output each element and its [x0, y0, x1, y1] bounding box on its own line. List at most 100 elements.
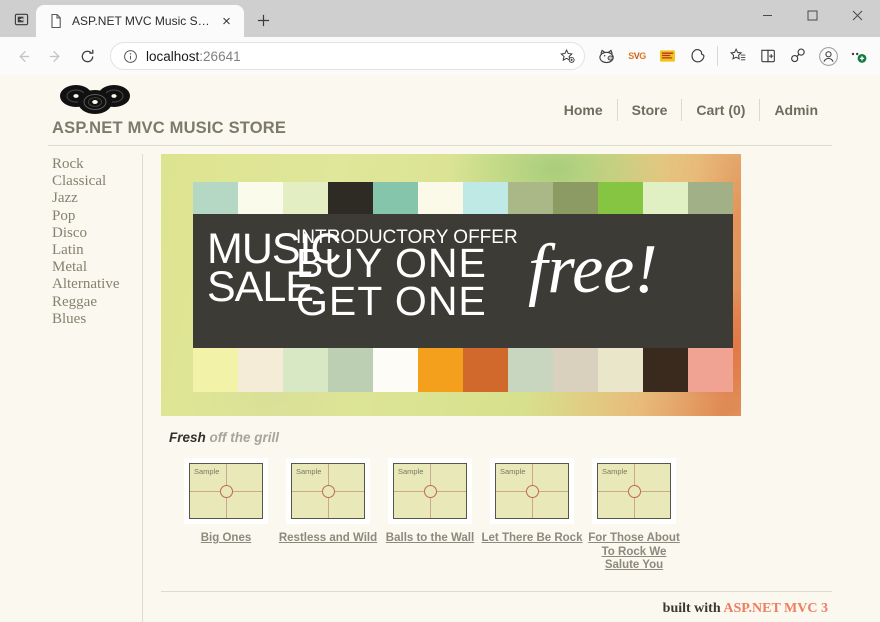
- collections-icon[interactable]: [754, 42, 782, 70]
- sidebar-item-jazz: Jazz: [52, 190, 142, 207]
- album-title[interactable]: Big Ones: [201, 532, 251, 546]
- genre-label[interactable]: Blues: [52, 311, 86, 327]
- favorites-icon[interactable]: [724, 42, 752, 70]
- minimize-button[interactable]: [745, 0, 790, 31]
- nav-item-store[interactable]: Store: [618, 101, 682, 119]
- album-item[interactable]: Sample Let There Be Rock: [481, 458, 583, 573]
- genre-label[interactable]: Pop: [52, 208, 75, 224]
- nav-item-admin[interactable]: Admin: [760, 101, 832, 119]
- promo-text-band: MUSIC SALE INTRODUCTORY OFFER BUY ONE GE…: [193, 214, 733, 348]
- album-item[interactable]: Sample For Those About To Rock We Salute …: [583, 458, 685, 573]
- footer-built-with: built with: [662, 600, 724, 616]
- back-button[interactable]: [8, 41, 38, 71]
- extension-icon-yellow-badge[interactable]: [653, 42, 681, 70]
- browser-tab[interactable]: ASP.NET MVC Music Store ×: [36, 5, 244, 37]
- new-tab-button[interactable]: [249, 6, 277, 34]
- album-title[interactable]: For Those About To Rock We Salute You: [583, 532, 685, 573]
- color-swatch: [508, 348, 553, 392]
- genre-sidebar: Rock Classical Jazz Pop Disco Latin Meta…: [48, 154, 143, 622]
- promo-banner[interactable]: MUSIC SALE INTRODUCTORY OFFER BUY ONE GE…: [161, 154, 741, 416]
- color-swatch: [643, 348, 688, 392]
- album-thumbnail[interactable]: Sample: [286, 458, 370, 524]
- close-window-button[interactable]: [835, 0, 880, 31]
- profile-icon[interactable]: [814, 42, 842, 70]
- album-item[interactable]: Sample Big Ones: [175, 458, 277, 573]
- fresh-heading: Fresh off the grill: [169, 430, 832, 445]
- vinyl-records-logo[interactable]: [56, 83, 134, 117]
- crosshair-circle: [423, 484, 437, 498]
- color-swatch-row-bottom: [193, 348, 733, 392]
- site-header: ASP.NET MVC MUSIC STORE Home Store Cart …: [48, 81, 832, 143]
- page-icon: [48, 13, 64, 29]
- genre-label[interactable]: Jazz: [52, 190, 78, 206]
- url-text: localhost:26641: [139, 49, 556, 64]
- browser-titlebar: ASP.NET MVC Music Store ×: [0, 0, 880, 37]
- genre-label[interactable]: Disco: [52, 225, 87, 241]
- maximize-button[interactable]: [790, 0, 835, 31]
- settings-more-icon[interactable]: [844, 42, 872, 70]
- forward-button[interactable]: [40, 41, 70, 71]
- tab-search-icon[interactable]: [6, 4, 36, 34]
- genre-label[interactable]: Reggae: [52, 294, 97, 310]
- promo-buy-one: BUY ONE: [296, 240, 487, 286]
- fresh-bold: Fresh: [169, 430, 206, 445]
- extension-icon-pig[interactable]: [593, 42, 621, 70]
- album-title[interactable]: Balls to the Wall: [386, 532, 474, 546]
- sidebar-item-metal: Metal: [52, 259, 142, 276]
- sample-label: Sample: [194, 467, 220, 476]
- color-swatch: [373, 348, 418, 392]
- sidebar-item-reggae: Reggae: [52, 294, 142, 311]
- album-title[interactable]: Let There Be Rock: [482, 532, 583, 546]
- color-swatch: [598, 348, 643, 392]
- sidebar-item-pop: Pop: [52, 208, 142, 225]
- album-thumbnail[interactable]: Sample: [490, 458, 574, 524]
- browser-essentials-icon[interactable]: [784, 42, 812, 70]
- tab-title: ASP.NET MVC Music Store: [72, 14, 210, 28]
- album-item[interactable]: Sample Restless and Wild: [277, 458, 379, 573]
- genre-label[interactable]: Metal: [52, 259, 87, 275]
- main-content: MUSIC SALE INTRODUCTORY OFFER BUY ONE GE…: [143, 154, 832, 622]
- genre-label[interactable]: Classical: [52, 173, 106, 189]
- promo-buy-get: BUY ONE GET ONE: [296, 240, 487, 324]
- crosshair-circle: [219, 484, 233, 498]
- genre-label[interactable]: Rock: [52, 156, 84, 172]
- browser-window: ASP.NET MVC Music Store × localhost:2664…: [0, 0, 880, 622]
- sample-label: Sample: [500, 467, 526, 476]
- album-thumbnail[interactable]: Sample: [388, 458, 472, 524]
- toolbar-divider: [717, 46, 718, 66]
- site-nav: Home Store Cart (0) Admin: [550, 99, 832, 121]
- extension-icon-svg[interactable]: SVG: [623, 42, 651, 70]
- sample-label: Sample: [398, 467, 424, 476]
- close-icon[interactable]: ×: [218, 13, 235, 30]
- color-swatch: [418, 348, 463, 392]
- sidebar-item-blues: Blues: [52, 311, 142, 328]
- header-divider: [48, 145, 832, 146]
- address-bar[interactable]: localhost:26641: [110, 42, 585, 70]
- album-thumbnail[interactable]: Sample: [592, 458, 676, 524]
- promo-get-one: GET ONE: [296, 278, 487, 324]
- color-swatch: [193, 348, 238, 392]
- footer: built with ASP.NET MVC 3: [161, 592, 832, 617]
- sample-label: Sample: [296, 467, 322, 476]
- browser-toolbar: localhost:26641 SVG: [0, 37, 880, 75]
- url-port: :26641: [199, 48, 241, 64]
- color-swatch: [688, 348, 733, 392]
- page-title: ASP.NET MVC MUSIC STORE: [52, 119, 287, 137]
- album-thumbnail[interactable]: Sample: [184, 458, 268, 524]
- crosshair-circle: [321, 484, 335, 498]
- fresh-rest: off the grill: [205, 430, 280, 445]
- extension-icon-puzzle-blob[interactable]: [683, 42, 711, 70]
- color-swatch: [283, 348, 328, 392]
- genre-label[interactable]: Latin: [52, 242, 84, 258]
- reload-button[interactable]: [72, 41, 102, 71]
- nav-item-cart[interactable]: Cart (0): [682, 101, 759, 119]
- sidebar-item-rock: Rock: [52, 156, 142, 173]
- add-favorite-icon[interactable]: [556, 45, 578, 67]
- album-item[interactable]: Sample Balls to the Wall: [379, 458, 481, 573]
- album-title[interactable]: Restless and Wild: [279, 532, 377, 546]
- url-host: localhost: [146, 48, 200, 64]
- nav-item-home[interactable]: Home: [550, 101, 617, 119]
- site-info-icon[interactable]: [121, 47, 139, 65]
- sidebar-item-latin: Latin: [52, 242, 142, 259]
- genre-label[interactable]: Alternative: [52, 276, 119, 292]
